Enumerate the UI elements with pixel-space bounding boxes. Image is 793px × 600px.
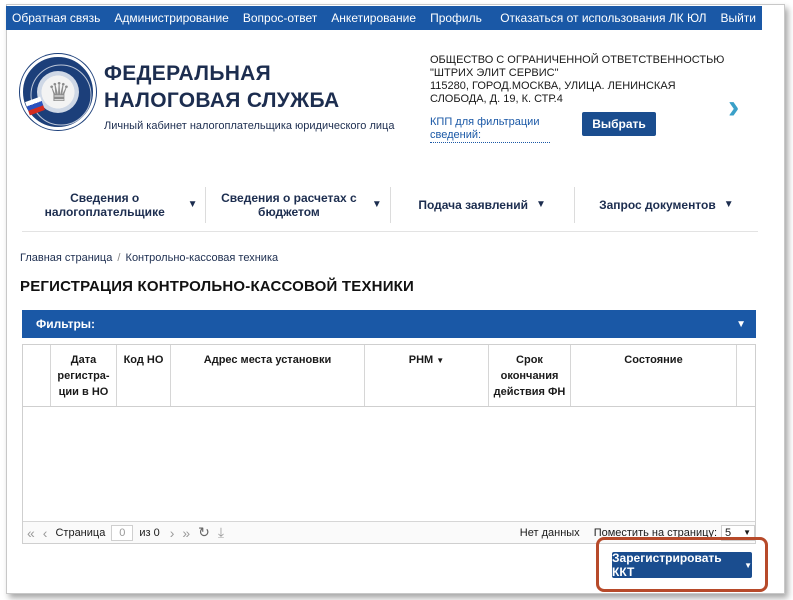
eagle-icon: ♛ xyxy=(47,77,71,107)
last-page-icon[interactable]: » xyxy=(178,525,194,541)
chevron-down-icon: ▼ xyxy=(535,198,546,210)
top-bar: Обратная связь Администрирование Вопрос-… xyxy=(6,6,762,30)
top-bar-right: Отказаться от использования ЛК ЮЛ Выйти xyxy=(500,11,756,25)
organization-title-line1: ФЕДЕРАЛЬНАЯ xyxy=(104,62,272,85)
page-number-input[interactable]: 0 xyxy=(111,524,134,541)
table-body xyxy=(23,407,755,519)
breadcrumb-separator: / xyxy=(117,252,121,264)
company-address: 115280, ГОРОД.МОСКВА, УЛИЦА. ЛЕНИНСКАЯ С… xyxy=(430,80,676,105)
chevron-down-icon: ▼ xyxy=(744,560,752,570)
organization-title-line2: НАЛОГОВАЯ СЛУЖБА xyxy=(104,89,340,112)
column-rnm[interactable]: РНМ ▼ xyxy=(365,345,489,406)
opt-out-link[interactable]: Отказаться от использования ЛК ЮЛ xyxy=(500,11,706,25)
kkt-table: Дата регистра-ции в НО Код НО Адрес мест… xyxy=(22,344,756,544)
nav-item-label: Подача заявлений xyxy=(418,197,528,212)
chevron-down-icon: ▼ xyxy=(187,198,198,210)
nav-document-request[interactable]: Запрос документов ▼ xyxy=(575,187,758,223)
administration-link[interactable]: Администрирование xyxy=(114,11,228,25)
nav-taxpayer-info[interactable]: Сведения о налогоплательщике ▼ xyxy=(22,186,207,223)
nav-applications[interactable]: Подача заявлений ▼ xyxy=(391,186,575,223)
chevron-down-icon: ▼ xyxy=(723,198,734,210)
cabinet-subtitle: Личный кабинет налогоплательщика юридиче… xyxy=(104,120,395,132)
header: ♛ ФЕДЕРАЛЬНАЯ НАЛОГОВАЯ СЛУЖБА Личный ка… xyxy=(6,30,762,160)
column-extra xyxy=(737,345,755,406)
page-count: из 0 xyxy=(139,526,160,539)
profile-link[interactable]: Профиль xyxy=(430,11,482,25)
survey-link[interactable]: Анкетирование xyxy=(331,11,416,25)
feedback-link[interactable]: Обратная связь xyxy=(12,11,100,25)
first-page-icon[interactable]: « xyxy=(23,525,39,541)
refresh-icon[interactable]: ↻ xyxy=(194,524,214,541)
column-fn-expiry[interactable]: Срок окончания действия ФН xyxy=(489,345,571,406)
main-nav: Сведения о налогоплательщике ▼ Сведения … xyxy=(22,178,758,232)
fns-emblem-icon: ♛ xyxy=(20,54,96,130)
top-bar-links: Обратная связь Администрирование Вопрос-… xyxy=(12,11,482,25)
filters-label: Фильтры: xyxy=(36,317,96,331)
page-label: Страница xyxy=(55,526,106,539)
filters-panel[interactable]: Фильтры: ▼ xyxy=(22,310,756,338)
chevron-down-icon: ▼ xyxy=(743,528,751,537)
select-button[interactable]: Выбрать xyxy=(582,112,656,136)
column-status[interactable]: Состояние xyxy=(571,345,737,406)
company-info: ОБЩЕСТВО С ОГРАНИЧЕННОЙ ОТВЕТСТВЕННОСТЬЮ… xyxy=(430,54,730,106)
logout-link[interactable]: Выйти xyxy=(720,11,756,25)
kpp-filter-link[interactable]: КПП для фильтрации сведений: xyxy=(430,116,550,143)
breadcrumb: Главная страница / Контрольно-кассовая т… xyxy=(20,252,278,264)
register-kkt-label: Зарегистрировать ККТ xyxy=(612,551,722,579)
chevron-down-icon: ▼ xyxy=(736,318,746,330)
nav-item-label: Сведения о расчетах с бюджетом xyxy=(221,190,357,219)
chevron-down-icon: ▼ xyxy=(371,198,382,210)
faq-link[interactable]: Вопрос-ответ xyxy=(243,11,317,25)
no-data-text: Нет данных xyxy=(519,526,580,539)
breadcrumb-home[interactable]: Главная страница xyxy=(20,252,112,264)
nav-budget-settlements[interactable]: Сведения о расчетах с бюджетом ▼ xyxy=(206,186,391,223)
company-name: ОБЩЕСТВО С ОГРАНИЧЕННОЙ ОТВЕТСТВЕННОСТЬЮ… xyxy=(430,54,725,79)
sort-desc-icon: ▼ xyxy=(436,356,445,365)
nav-item-label: Сведения о налогоплательщике xyxy=(44,190,165,219)
organization-title: ФЕДЕРАЛЬНАЯ НАЛОГОВАЯ СЛУЖБА xyxy=(104,60,340,114)
column-rnm-label: РНМ xyxy=(408,354,434,366)
column-select[interactable] xyxy=(23,345,51,406)
chevron-right-icon[interactable]: › xyxy=(728,90,752,124)
page-title: РЕГИСТРАЦИЯ КОНТРОЛЬНО-КАССОВОЙ ТЕХНИКИ xyxy=(20,278,415,295)
column-installation-address[interactable]: Адрес места установки xyxy=(171,345,365,406)
table-header: Дата регистра-ции в НО Код НО Адрес мест… xyxy=(23,345,755,407)
download-icon[interactable]: ⤓ xyxy=(214,524,228,541)
column-tax-office-code[interactable]: Код НО xyxy=(117,345,171,406)
column-registration-date[interactable]: Дата регистра-ции в НО xyxy=(51,345,117,406)
nav-item-label: Запрос документов xyxy=(599,197,716,212)
next-page-icon[interactable]: › xyxy=(166,525,179,541)
register-kkt-button[interactable]: Зарегистрировать ККТ ▼ xyxy=(612,551,752,579)
breadcrumb-kkt[interactable]: Контрольно-кассовая техника xyxy=(126,252,279,264)
prev-page-icon[interactable]: ‹ xyxy=(39,525,52,541)
